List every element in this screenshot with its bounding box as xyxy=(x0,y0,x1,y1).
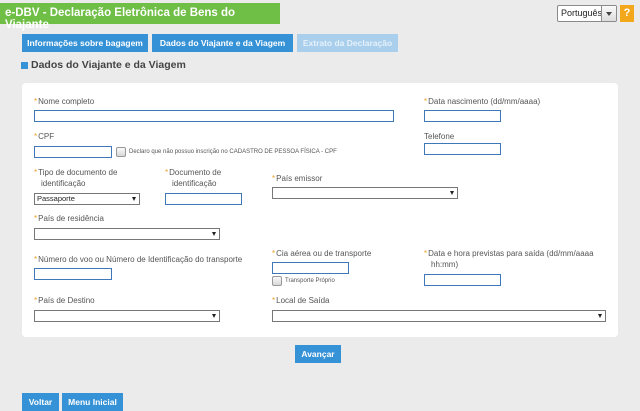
nome-label: *Nome completo xyxy=(34,97,95,106)
nascimento-input[interactable] xyxy=(424,110,501,122)
tab-bagagem[interactable]: Informações sobre bagagem xyxy=(22,34,148,52)
transporte-proprio-checkbox[interactable] xyxy=(272,276,282,286)
documento-input[interactable] xyxy=(165,193,242,205)
destino-label: *País de Destino xyxy=(34,296,95,305)
cia-label: *Cia aérea ou de transporte xyxy=(272,249,372,258)
pais-emissor-label: *País emissor xyxy=(272,174,323,183)
pais-emissor-select[interactable] xyxy=(272,187,458,199)
pais-residencia-label: *País de residência xyxy=(34,214,104,223)
telefone-input[interactable] xyxy=(424,143,501,155)
tab-extrato: Extrato da Declaração xyxy=(297,34,398,52)
nome-input[interactable] xyxy=(34,110,394,122)
menu-inicial-button[interactable]: Menu Inicial xyxy=(62,393,123,411)
app-title: e-DBV - Declaração Eletrônica de Bens do… xyxy=(0,3,280,31)
cia-input[interactable] xyxy=(272,262,349,274)
cpf-input[interactable] xyxy=(34,146,112,158)
nascimento-label: *Data nascimento (dd/mm/aaaa) xyxy=(424,97,541,106)
tipo-doc-select[interactable]: Passaporte xyxy=(34,193,140,205)
tipo-doc-label: *Tipo de documento de identificação xyxy=(34,168,118,188)
voo-label: *Número do voo ou Número de Identificaçã… xyxy=(34,255,243,264)
transporte-proprio-label: Transporte Próprio xyxy=(285,278,335,284)
avancar-button[interactable]: Avançar xyxy=(295,345,341,363)
telefone-label: Telefone xyxy=(424,132,455,141)
local-saida-label: *Local de Saída xyxy=(272,296,330,305)
help-button[interactable]: ? xyxy=(620,5,634,22)
documento-label: *Documento de identificação xyxy=(165,168,222,188)
sem-cpf-checkbox[interactable] xyxy=(116,147,126,157)
language-value: Português xyxy=(561,8,603,18)
section-title: Dados do Viajante e da Viagem xyxy=(21,59,186,71)
saida-input[interactable] xyxy=(424,274,501,286)
destino-select[interactable] xyxy=(34,310,220,322)
pais-residencia-select[interactable] xyxy=(34,228,220,240)
language-select[interactable]: Português xyxy=(557,5,617,22)
local-saida-select[interactable] xyxy=(272,310,606,322)
sem-cpf-label: Declaro que não possuo inscrição no CADA… xyxy=(129,149,337,155)
cpf-label: *CPF xyxy=(34,132,55,141)
chevron-down-icon[interactable] xyxy=(601,6,616,21)
voltar-button[interactable]: Voltar xyxy=(22,393,59,411)
voo-input[interactable] xyxy=(34,268,112,280)
saida-label: *Data e hora previstas para saída (dd/mm… xyxy=(424,249,594,269)
tab-dados-viajante[interactable]: Dados do Viajante e da Viagem xyxy=(152,34,293,52)
